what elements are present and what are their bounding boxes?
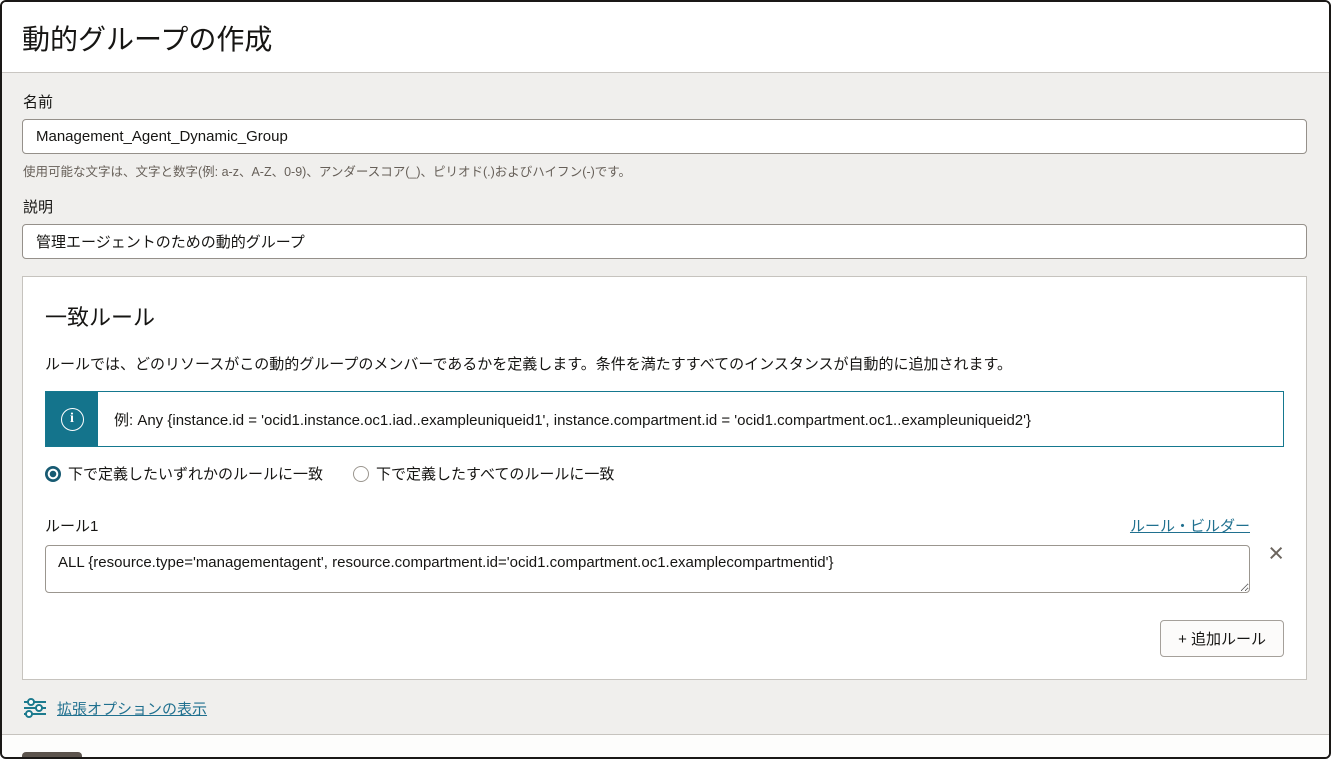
add-rule-button[interactable]: + 追加ルール — [1160, 620, 1284, 657]
rule-1-label: ルール1 — [45, 515, 98, 536]
rule-header-row: ルール1 ルール・ビルダー — [45, 515, 1250, 536]
radio-match-any[interactable]: 下で定義したいずれかのルールに一致 — [45, 463, 323, 484]
rule-builder-link[interactable]: ルール・ビルダー — [1130, 515, 1250, 536]
create-dynamic-group-dialog: 動的グループの作成 名前 使用可能な文字は、文字と数字(例: a-z、A-Z、0… — [0, 0, 1331, 759]
radio-unselected-icon[interactable] — [353, 466, 369, 482]
description-input[interactable] — [22, 224, 1307, 259]
radio-selected-icon[interactable] — [45, 466, 61, 482]
match-mode-radio-group: 下で定義したいずれかのルールに一致 下で定義したすべてのルールに一致 — [45, 463, 1284, 484]
rule-input-row: ALL {resource.type='managementagent', re… — [45, 545, 1284, 593]
radio-match-any-label: 下で定義したいずれかのルールに一致 — [68, 463, 323, 484]
remove-rule-icon[interactable]: × — [1250, 543, 1284, 567]
info-icon: i — [61, 408, 84, 431]
info-icon-block: i — [46, 392, 98, 446]
example-info-text: 例: Any {instance.id = 'ocid1.instance.oc… — [98, 392, 1047, 446]
matching-rules-title: 一致ルール — [45, 300, 1284, 332]
example-info-banner: i 例: Any {instance.id = 'ocid1.instance.… — [45, 391, 1284, 447]
rule-1-textarea[interactable]: ALL {resource.type='managementagent', re… — [45, 545, 1250, 593]
create-button[interactable]: 作成 — [22, 752, 82, 759]
advanced-options-link[interactable]: 拡張オプションの表示 — [57, 698, 207, 719]
name-helper-text: 使用可能な文字は、文字と数字(例: a-z、A-Z、0-9)、アンダースコア(_… — [23, 161, 1307, 180]
add-rule-row: + 追加ルール — [45, 620, 1284, 657]
dialog-body: 名前 使用可能な文字は、文字と数字(例: a-z、A-Z、0-9)、アンダースコ… — [2, 73, 1329, 734]
radio-match-all-label: 下で定義したすべてのルールに一致 — [376, 463, 614, 484]
matching-rules-panel: 一致ルール ルールでは、どのリソースがこの動的グループのメンバーであるかを定義し… — [22, 276, 1307, 680]
dialog-header: 動的グループの作成 — [2, 2, 1329, 73]
name-label: 名前 — [23, 91, 1307, 112]
radio-match-all[interactable]: 下で定義したすべてのルールに一致 — [353, 463, 614, 484]
description-label: 説明 — [23, 196, 1307, 217]
matching-rules-description: ルールでは、どのリソースがこの動的グループのメンバーであるかを定義します。条件を… — [45, 353, 1284, 374]
advanced-options-row: 拡張オプションの表示 — [22, 680, 1307, 734]
dialog-footer: 作成 取消 — [2, 734, 1329, 759]
sliders-icon — [23, 697, 47, 719]
name-input[interactable] — [22, 119, 1307, 154]
page-title: 動的グループの作成 — [22, 18, 1309, 58]
